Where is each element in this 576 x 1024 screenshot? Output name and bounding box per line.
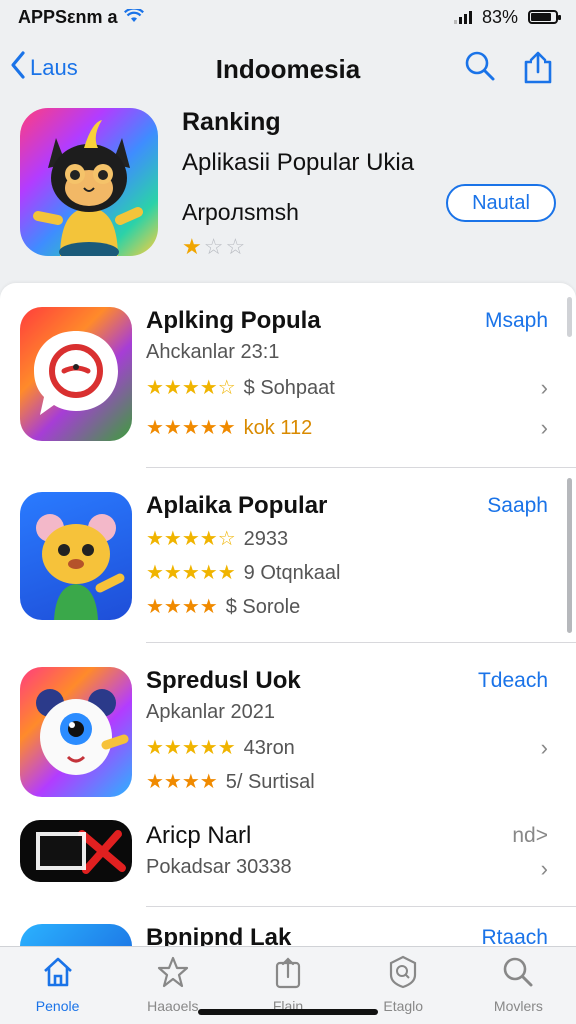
app-action[interactable]: Rtaach [481,926,548,948]
app-meta: $ Sorole [225,596,301,618]
list-item[interactable]: Aricp Narl nd> Pokadsar 30338 › [0,808,576,908]
app-action[interactable]: nd> [512,824,548,848]
app-rating-line: ★★★★★ 9 Otqnkaal [146,560,340,585]
back-button[interactable]: Laus [10,50,78,86]
star-rating-icon: ★★★★★ [146,562,236,584]
share-icon [271,955,305,994]
home-icon [41,955,75,994]
featured-text: Ranking Aplikasii Popular Ukia Arpoлsmsh… [182,108,414,260]
rpmf-pao-logo[interactable] [20,820,132,882]
list-item[interactable]: Spredusl Uok Tdeach Apkanlar 2021 ★★★★★ 4… [0,643,576,808]
get-button[interactable]: Nautal [446,184,556,222]
tab-home[interactable]: Penole [0,947,115,1024]
list-item[interactable]: Aplking Popula Msaph Ahckanlar 23:1 ★★★★… [0,283,576,468]
featured-section: Ranking Aplikasii Popular Ukia Arpoлsmsh… [20,108,560,260]
star-icon [156,955,190,994]
app-subtitle: Apkanlar 2021 [146,701,275,723]
list-item[interactable]: Aplaika Popular Saaph ★★★★☆ 2933 ★★★★★ 9 O… [0,468,576,643]
bear-mascot-icon[interactable] [20,492,132,620]
badge-search-icon [386,955,420,994]
app-meta: 9 Otqnkaal [243,562,341,584]
chat-bubble-icon[interactable] [20,307,132,441]
app-title: Bpnipnd Lak [146,924,292,948]
featured-ranking: Ranking [182,108,281,136]
app-title: Aplaika Popular [146,492,328,519]
status-left: APPSεnm a [18,7,144,28]
status-bar: APPSεnm a 83% [0,0,576,34]
tab-label: Penole [35,998,80,1014]
nav-bar: Laus Indoomesia [0,40,576,96]
tab-label: Etaglo [383,998,424,1014]
star-rating-icon: ★★★★★ [146,417,236,439]
chevron-right-icon[interactable]: › [541,415,548,441]
tab-label: Haaoels [147,998,199,1014]
battery-percent: 83% [481,6,518,27]
star-rating-icon: ★★★★☆ [146,528,236,550]
chevron-right-icon[interactable]: › [541,375,548,401]
search-icon [501,955,535,994]
app-action[interactable]: Msaph [485,309,548,333]
app-subtitle: Ahckanlar 23:1 [146,341,280,363]
tab-search[interactable]: Movlers [461,947,576,1024]
back-label: Laus [30,55,78,80]
app-list: Aplking Popula Msaph Ahckanlar 23:1 ★★★★… [0,283,576,948]
share-icon[interactable] [522,50,554,89]
tab-label: Movlers [493,998,543,1014]
cyclops-mascot-icon[interactable] [20,667,132,797]
app-title: Spredusl Uok [146,667,301,694]
star-filled-icon: ★ [182,234,204,259]
app-rating-line: ★★★★ $ Sorole [146,594,300,619]
star-rating-icon: ★★★★ [146,771,218,793]
app-rating-line: ★★★★ 5/ Surtisal [146,769,315,794]
home-indicator[interactable] [198,1009,378,1015]
divider [146,906,576,907]
app-meta: kok 112 [243,417,313,439]
featured-developer: Arpoлsmsh [182,199,299,225]
app-rating-line: ★★★★☆ 2933 [146,526,288,551]
star-rating-icon: ★★★★★ [146,737,236,759]
app-meta: 2933 [243,528,289,550]
battery-icon [528,10,561,24]
signal-icon [453,10,472,24]
chevron-left-icon [10,50,26,86]
app-action[interactable]: Tdeach [478,669,548,693]
featured-rating: ★☆☆ [182,234,414,260]
app-meta: $ Sohpaat [243,377,335,399]
carrier-label: APPSεnm a [18,6,118,27]
wifi-icon [123,6,144,28]
app-action[interactable]: Saaph [487,494,548,518]
app-meta: 43ron [243,737,295,759]
app-title: Aricp Narl [146,822,252,849]
app-title: Aplking Popula [146,307,321,334]
star-empty-icon: ☆ [225,234,248,259]
chevron-right-icon[interactable]: › [541,735,548,761]
featured-subtitle: Aplikasii Popular Ukia [182,149,415,176]
app-subtitle: Pokadsar 30338 [146,856,292,878]
star-empty-icon: ☆ [203,234,226,259]
nav-actions [464,50,554,89]
app-meta: 5/ Surtisal [225,771,315,793]
chevron-right-icon[interactable]: › [541,856,548,882]
app-rating-line: ★★★★★ kok 112 [146,415,312,440]
partial-app-icon[interactable] [20,924,132,948]
app-rating-line: ★★★★☆ $ Sohpaat [146,375,335,400]
star-rating-icon: ★★★★ [146,596,218,618]
search-icon[interactable] [464,50,496,89]
status-right: 83% [453,6,561,28]
featured-app-icon[interactable] [20,108,158,256]
star-rating-icon: ★★★★☆ [146,377,236,399]
list-item[interactable]: Bpnipnd Lak Rtaach [0,908,576,948]
app-rating-line: ★★★★★ 43ron [146,735,295,760]
